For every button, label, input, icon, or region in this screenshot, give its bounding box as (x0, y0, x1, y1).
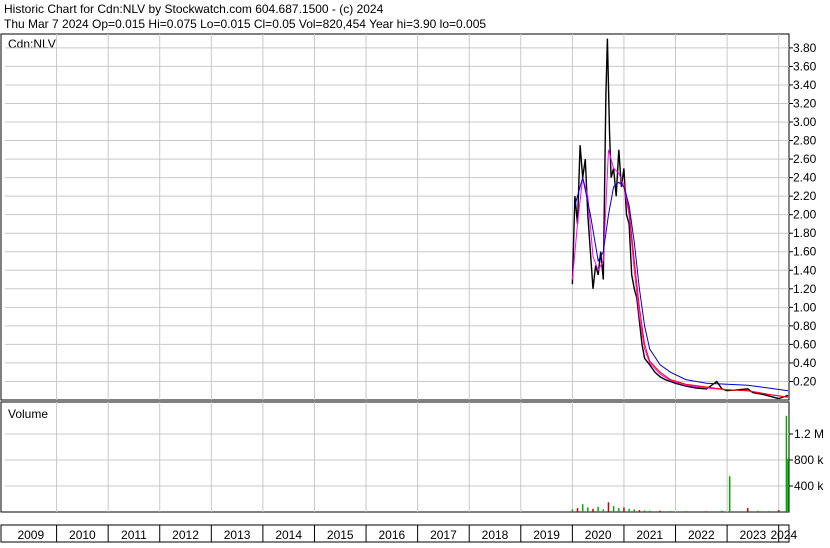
price-tick-label: 3.80 (793, 41, 817, 55)
price-tick-label: 0.20 (793, 374, 817, 388)
price-tick-label: 2.80 (793, 134, 817, 148)
price-tick-label: 0.40 (793, 356, 817, 370)
x-tick-label: 2023 (740, 528, 767, 542)
price-panel (0, 33, 790, 401)
price-tick-label: 0.60 (793, 337, 817, 351)
price-tick-label: 3.20 (793, 96, 817, 110)
x-tick-label: 2012 (172, 528, 199, 542)
price-tick-label: 3.60 (793, 59, 817, 73)
x-tick-label: 2018 (482, 528, 509, 542)
price-tick-label: 2.40 (793, 171, 817, 185)
price-tick-label: 2.00 (793, 208, 817, 222)
chart-svg: Historic Chart for Cdn:NLV by Stockwatch… (0, 2, 824, 543)
price-tick-label: 2.20 (793, 189, 817, 203)
x-tick-label: 2014 (275, 528, 302, 542)
x-tick-label: 2019 (533, 528, 560, 542)
price-tick-label: 0.80 (793, 319, 817, 333)
price-tick-label: 1.00 (793, 300, 817, 314)
volume-panel-label: Volume (8, 407, 48, 421)
x-tick-label: 2017 (430, 528, 457, 542)
x-tick-label: 2020 (585, 528, 612, 542)
price-tick-label: 1.60 (793, 245, 817, 259)
chart-title: Historic Chart for Cdn:NLV by Stockwatch… (4, 2, 384, 16)
x-tick-label: 2015 (327, 528, 354, 542)
volume-tick-label: 400 k (794, 479, 824, 493)
price-tick-label: 3.40 (793, 78, 817, 92)
x-tick-label: 2021 (636, 528, 663, 542)
y-ticks: 0.20 0.40 0.60 0.80 1.00 1.20 1.40 1.60 1.80 2.00… (789, 41, 824, 493)
x-tick-label: 2024 (770, 528, 797, 542)
x-tick-label: 2022 (688, 528, 715, 542)
quote-summary: Thu Mar 7 2024 Op=0.015 Hi=0.075 Lo=0.01… (4, 17, 486, 31)
x-tick-label: 2010 (69, 528, 96, 542)
x-tick-label: 2013 (224, 528, 251, 542)
price-tick-label: 1.20 (793, 282, 817, 296)
x-tick-label: 2011 (121, 528, 147, 542)
x-tick-label: 2016 (378, 528, 405, 542)
price-tick-label: 1.40 (793, 263, 817, 277)
volume-panel (0, 401, 790, 513)
price-tick-label: 2.60 (793, 152, 817, 166)
price-tick-label: 1.80 (793, 226, 817, 240)
x-tick-label: 2009 (17, 528, 44, 542)
price-panel-label: Cdn:NLV (8, 37, 56, 51)
volume-tick-label: 800 k (794, 453, 824, 467)
volume-tick-label: 1.2 M (794, 427, 824, 441)
stock-chart: Historic Chart for Cdn:NLV by Stockwatch… (0, 0, 830, 543)
price-tick-label: 3.00 (793, 115, 817, 129)
